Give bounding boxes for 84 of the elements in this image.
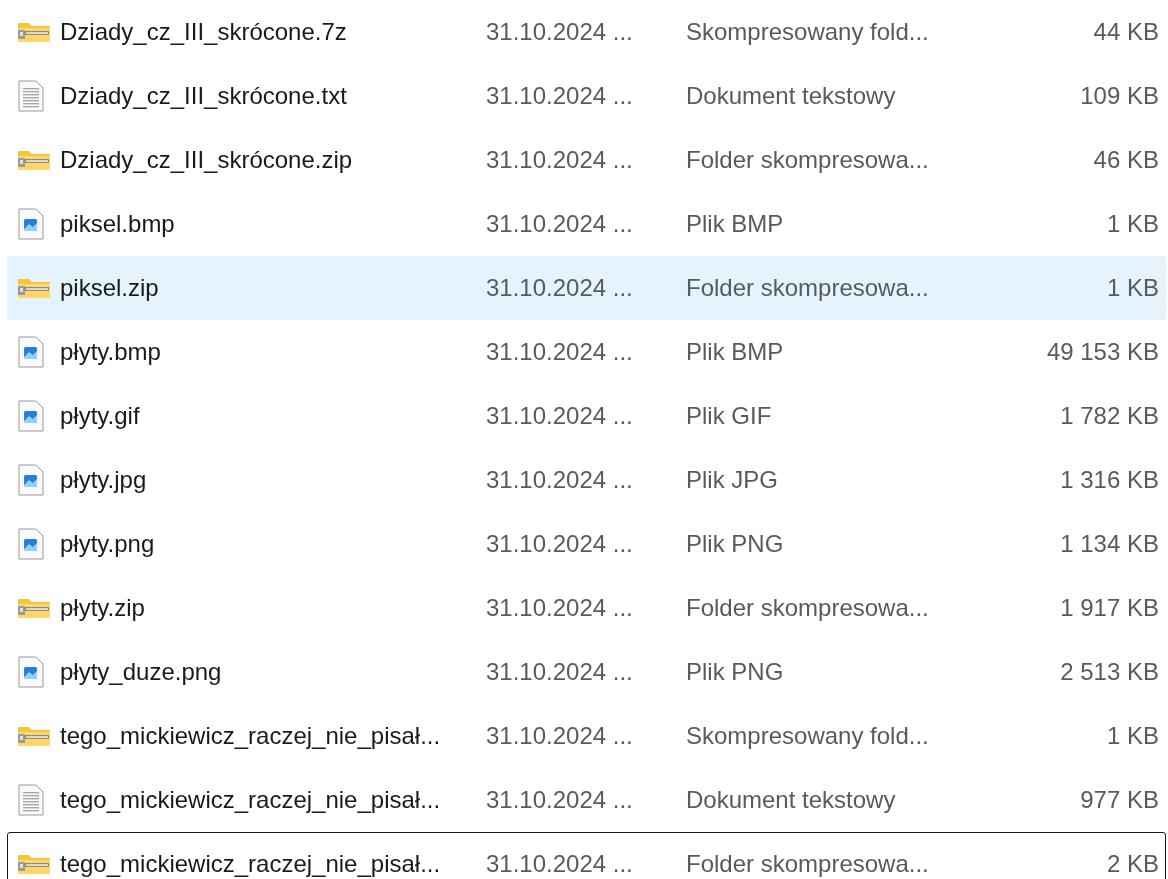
file-row[interactable]: płyty.zip 31.10.2024 ... Folder skompresowa... 1 917 KB <box>7 576 1166 640</box>
date-modified: 31.10.2024 ... <box>486 273 634 303</box>
zipped-folder-icon <box>17 20 51 44</box>
file-name: piksel.bmp <box>60 209 176 239</box>
date-modified: 31.10.2024 ... <box>486 145 634 175</box>
file-name: Dziady_cz_III_skrócone.zip <box>60 145 354 175</box>
file-type: Folder skompresowa... <box>686 593 930 623</box>
file-size: 49 153 KB <box>1045 337 1160 367</box>
image-file-icon <box>17 400 45 432</box>
date-modified: 31.10.2024 ... <box>486 529 634 559</box>
file-type: Folder skompresowa... <box>686 145 930 175</box>
file-size: 109 KB <box>1079 81 1160 111</box>
image-file-icon <box>17 464 45 496</box>
date-modified: 31.10.2024 ... <box>486 657 634 687</box>
file-row[interactable]: tego_mickiewicz_raczej_nie_pisał... 31.10.2024 ... Folder skompresowa... 2 KB <box>7 832 1166 879</box>
file-row[interactable]: Dziady_cz_III_skrócone.zip 31.10.2024 ... Folder skompresowa... 46 KB <box>7 128 1166 192</box>
file-row[interactable]: płyty.png 31.10.2024 ... Plik PNG 1 134 KB <box>7 512 1166 576</box>
file-name: płyty.zip <box>60 593 146 623</box>
image-file-icon <box>17 528 45 560</box>
text-document-icon <box>17 80 45 112</box>
date-modified: 31.10.2024 ... <box>486 785 634 815</box>
file-type: Plik BMP <box>686 337 785 367</box>
file-row[interactable]: płyty.jpg 31.10.2024 ... Plik JPG 1 316 KB <box>7 448 1166 512</box>
date-modified: 31.10.2024 ... <box>486 849 634 879</box>
file-name: tego_mickiewicz_raczej_nie_pisał... <box>60 785 442 815</box>
file-type: Plik PNG <box>686 529 785 559</box>
file-size: 1 KB <box>1105 209 1160 239</box>
file-type: Dokument tekstowy <box>686 785 897 815</box>
file-size: 46 KB <box>1092 145 1160 175</box>
file-size: 44 KB <box>1092 17 1160 47</box>
file-size: 1 316 KB <box>1059 465 1160 495</box>
file-row[interactable]: piksel.zip 31.10.2024 ... Folder skompresowa... 1 KB <box>7 256 1166 320</box>
zipped-folder-icon <box>17 276 51 300</box>
date-modified: 31.10.2024 ... <box>486 593 634 623</box>
file-name: płyty.png <box>60 529 156 559</box>
file-size: 1 KB <box>1105 721 1160 751</box>
file-type: Folder skompresowa... <box>686 273 930 303</box>
file-size: 1 782 KB <box>1059 401 1160 431</box>
file-type: Plik BMP <box>686 209 785 239</box>
file-name: tego_mickiewicz_raczej_nie_pisał... <box>60 849 442 879</box>
date-modified: 31.10.2024 ... <box>486 209 634 239</box>
date-modified: 31.10.2024 ... <box>486 401 634 431</box>
image-file-icon <box>17 336 45 368</box>
zipped-folder-icon <box>17 596 51 620</box>
file-row[interactable]: piksel.bmp 31.10.2024 ... Plik BMP 1 KB <box>7 192 1166 256</box>
date-modified: 31.10.2024 ... <box>486 721 634 751</box>
file-type: Plik JPG <box>686 465 779 495</box>
date-modified: 31.10.2024 ... <box>486 17 634 47</box>
file-size: 977 KB <box>1079 785 1160 815</box>
file-row[interactable]: Dziady_cz_III_skrócone.7z 31.10.2024 ... Skompresowany fold... 44 KB <box>7 0 1166 64</box>
file-type: Plik GIF <box>686 401 773 431</box>
file-type: Plik PNG <box>686 657 785 687</box>
file-size: 2 513 KB <box>1059 657 1160 687</box>
file-name: Dziady_cz_III_skrócone.txt <box>60 81 348 111</box>
file-name: płyty.bmp <box>60 337 162 367</box>
file-name: płyty_duze.png <box>60 657 223 687</box>
file-name: Dziady_cz_III_skrócone.7z <box>60 17 348 47</box>
file-type: Dokument tekstowy <box>686 81 897 111</box>
file-type: Skompresowany fold... <box>686 721 930 751</box>
zipped-folder-icon <box>17 148 51 172</box>
file-size: 1 917 KB <box>1059 593 1160 623</box>
date-modified: 31.10.2024 ... <box>486 337 634 367</box>
file-row[interactable]: płyty.gif 31.10.2024 ... Plik GIF 1 782 KB <box>7 384 1166 448</box>
file-name: tego_mickiewicz_raczej_nie_pisał... <box>60 721 442 751</box>
file-row[interactable]: tego_mickiewicz_raczej_nie_pisał... 31.10.2024 ... Skompresowany fold... 1 KB <box>7 704 1166 768</box>
file-size: 2 KB <box>1105 849 1160 879</box>
file-row[interactable]: płyty_duze.png 31.10.2024 ... Plik PNG 2 513 KB <box>7 640 1166 704</box>
file-type: Skompresowany fold... <box>686 17 930 47</box>
file-size: 1 134 KB <box>1059 529 1160 559</box>
zipped-folder-icon <box>17 724 51 748</box>
file-name: piksel.zip <box>60 273 160 303</box>
image-file-icon <box>17 656 45 688</box>
file-row[interactable]: płyty.bmp 31.10.2024 ... Plik BMP 49 153 KB <box>7 320 1166 384</box>
image-file-icon <box>17 208 45 240</box>
file-row[interactable]: tego_mickiewicz_raczej_nie_pisał... 31.10.2024 ... Dokument tekstowy 977 KB <box>7 768 1166 832</box>
file-name: płyty.gif <box>60 401 141 431</box>
date-modified: 31.10.2024 ... <box>486 465 634 495</box>
zipped-folder-icon <box>17 852 51 876</box>
date-modified: 31.10.2024 ... <box>486 81 634 111</box>
file-name: płyty.jpg <box>60 465 148 495</box>
text-document-icon <box>17 784 45 816</box>
file-size: 1 KB <box>1105 273 1160 303</box>
file-row[interactable]: Dziady_cz_III_skrócone.txt 31.10.2024 ... Dokument tekstowy 109 KB <box>7 64 1166 128</box>
file-type: Folder skompresowa... <box>686 849 930 879</box>
